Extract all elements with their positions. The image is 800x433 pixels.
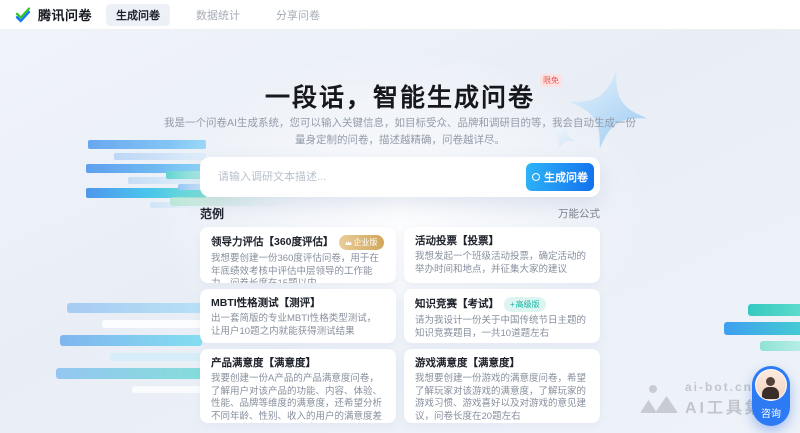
example-card-title-row: 活动投票【投票】 — [415, 235, 589, 248]
generate-survey-button[interactable]: 生成问卷 — [526, 163, 594, 191]
example-card-title: 知识竞赛【考试】 — [415, 298, 499, 311]
hero-description: 我是一个问卷AI生成系统，您可以输入关键信息，如目标受众、品牌和调研目的等，我会… — [0, 115, 800, 149]
aibot-logo-dot — [649, 385, 657, 393]
app-title: 腾讯问卷 — [38, 5, 92, 24]
generate-button-label: 生成问卷 — [544, 169, 588, 185]
example-card-description: 我要创建一份A产品的产品满意度问卷，了解用户对该产品的功能、内容、体验、性能、品… — [211, 373, 385, 423]
example-card-title-row: 知识竞赛【考试】 + 高级版 — [415, 297, 589, 312]
example-card-product-satisfaction[interactable]: 产品满意度【满意度】 我要创建一份A产品的产品满意度问卷，了解用户对该产品的功能… — [200, 349, 396, 423]
example-card-description: 我想发起一个班级活动投票，确定活动的举办时间和地点，并征集大家的建议 — [415, 251, 589, 276]
top-nav: 腾讯问卷 生成问卷 数据统计 分享问卷 — [0, 0, 800, 30]
advanced-badge: + 高级版 — [504, 297, 546, 312]
example-card-title-row: 游戏满意度【满意度】 — [415, 357, 589, 370]
free-badge: 限免 — [540, 74, 562, 87]
generate-icon — [532, 173, 540, 181]
logo-checkmark-icon — [14, 6, 32, 24]
example-card-title: 产品满意度【满意度】 — [211, 357, 316, 370]
nav-tabs: 生成问卷 数据统计 分享问卷 — [106, 4, 330, 26]
example-card-description: 我想要创建一份游戏的满意度问卷，希望了解玩家对该游戏的满意度，了解玩家的游戏习惯… — [415, 373, 589, 423]
example-card-title-row: 领导力评估【360度评估】 企业版 — [211, 235, 385, 250]
deco-teal-blocks — [722, 298, 800, 351]
consult-label: 咨询 — [752, 405, 790, 420]
example-card-title: 游戏满意度【满意度】 — [415, 357, 520, 370]
tab-generate[interactable]: 生成问卷 — [106, 4, 170, 26]
example-card-quiz[interactable]: 知识竞赛【考试】 + 高级版 请为我设计一份关于中国传统节日主题的知识竞赛题目，… — [404, 289, 600, 343]
page-title: 一段话，智能生成问卷 限免 — [265, 78, 535, 114]
example-card-title-row: MBTI性格测试【测评】 — [211, 297, 385, 310]
enterprise-badge: 企业版 — [339, 235, 384, 250]
examples-grid: 领导力评估【360度评估】 企业版 我想要创建一份360度评估问卷，用于在年底绩… — [200, 227, 600, 423]
example-card-description: 出一套简版的专业MBTI性格类型测试，让用户10题之内就能获得测试结果 — [211, 313, 385, 338]
example-card-mbti[interactable]: MBTI性格测试【测评】 出一套简版的专业MBTI性格类型测试，让用户10题之内… — [200, 289, 396, 343]
avatar-head — [766, 377, 775, 386]
example-card-title-row: 产品满意度【满意度】 — [211, 357, 385, 370]
examples-heading: 范例 — [200, 205, 224, 222]
deco-bar — [724, 322, 800, 335]
aibot-logo-peak-small — [640, 400, 657, 413]
hero: 一段话，智能生成问卷 限免 — [0, 78, 800, 114]
aibot-logo-icon — [640, 385, 678, 413]
example-card-title: 领导力评估【360度评估】 — [211, 236, 334, 249]
deco-bar — [760, 341, 800, 351]
examples-header: 范例 万能公式 — [200, 205, 600, 222]
deco-bar — [748, 304, 800, 316]
example-card-description: 请为我设计一份关于中国传统节日主题的知识竞赛题目，一共10道题左右 — [415, 315, 589, 340]
crown-icon — [345, 240, 352, 246]
plus-icon: + — [510, 300, 515, 309]
page-title-text: 一段话，智能生成问卷 — [265, 84, 535, 112]
consult-avatar — [755, 369, 787, 401]
example-card-title: 活动投票【投票】 — [415, 235, 499, 248]
consult-widget[interactable]: 咨询 — [752, 366, 790, 426]
example-card-leadership[interactable]: 领导力评估【360度评估】 企业版 我想要创建一份360度评估问卷，用于在年底绩… — [200, 227, 396, 283]
app-logo[interactable]: 腾讯问卷 — [14, 5, 92, 24]
universal-formula-link[interactable]: 万能公式 — [558, 206, 600, 221]
tab-statistics[interactable]: 数据统计 — [186, 4, 250, 26]
survey-input-card: 生成问卷 — [200, 157, 600, 197]
hero-description-line2: 量身定制的问卷，描述越精确，问卷越详尽。 — [0, 132, 800, 149]
hero-description-line1: 我是一个问卷AI生成系统，您可以输入关键信息，如目标受众、品牌和调研目的等，我会… — [0, 115, 800, 132]
tab-share[interactable]: 分享问卷 — [266, 4, 330, 26]
example-card-game-satisfaction[interactable]: 游戏满意度【满意度】 我想要创建一份游戏的满意度问卷，希望了解玩家对该游戏的满意… — [404, 349, 600, 423]
watermark: ai-bot.cn AI工具集 — [640, 380, 764, 418]
advanced-badge-label: 高级版 — [516, 299, 540, 310]
example-card-description: 我想要创建一份360度评估问卷，用于在年底绩效考核中评估中层领导的工作能力，问卷… — [211, 253, 385, 283]
example-card-title: MBTI性格测试【测评】 — [211, 297, 321, 310]
enterprise-badge-label: 企业版 — [354, 237, 378, 248]
avatar-body — [762, 387, 779, 399]
deco-bar — [132, 386, 202, 393]
aibot-logo-peak-big — [655, 396, 678, 413]
survey-description-input[interactable] — [218, 171, 526, 183]
example-card-vote[interactable]: 活动投票【投票】 我想发起一个班级活动投票，确定活动的举办时间和地点，并征集大家… — [404, 227, 600, 283]
